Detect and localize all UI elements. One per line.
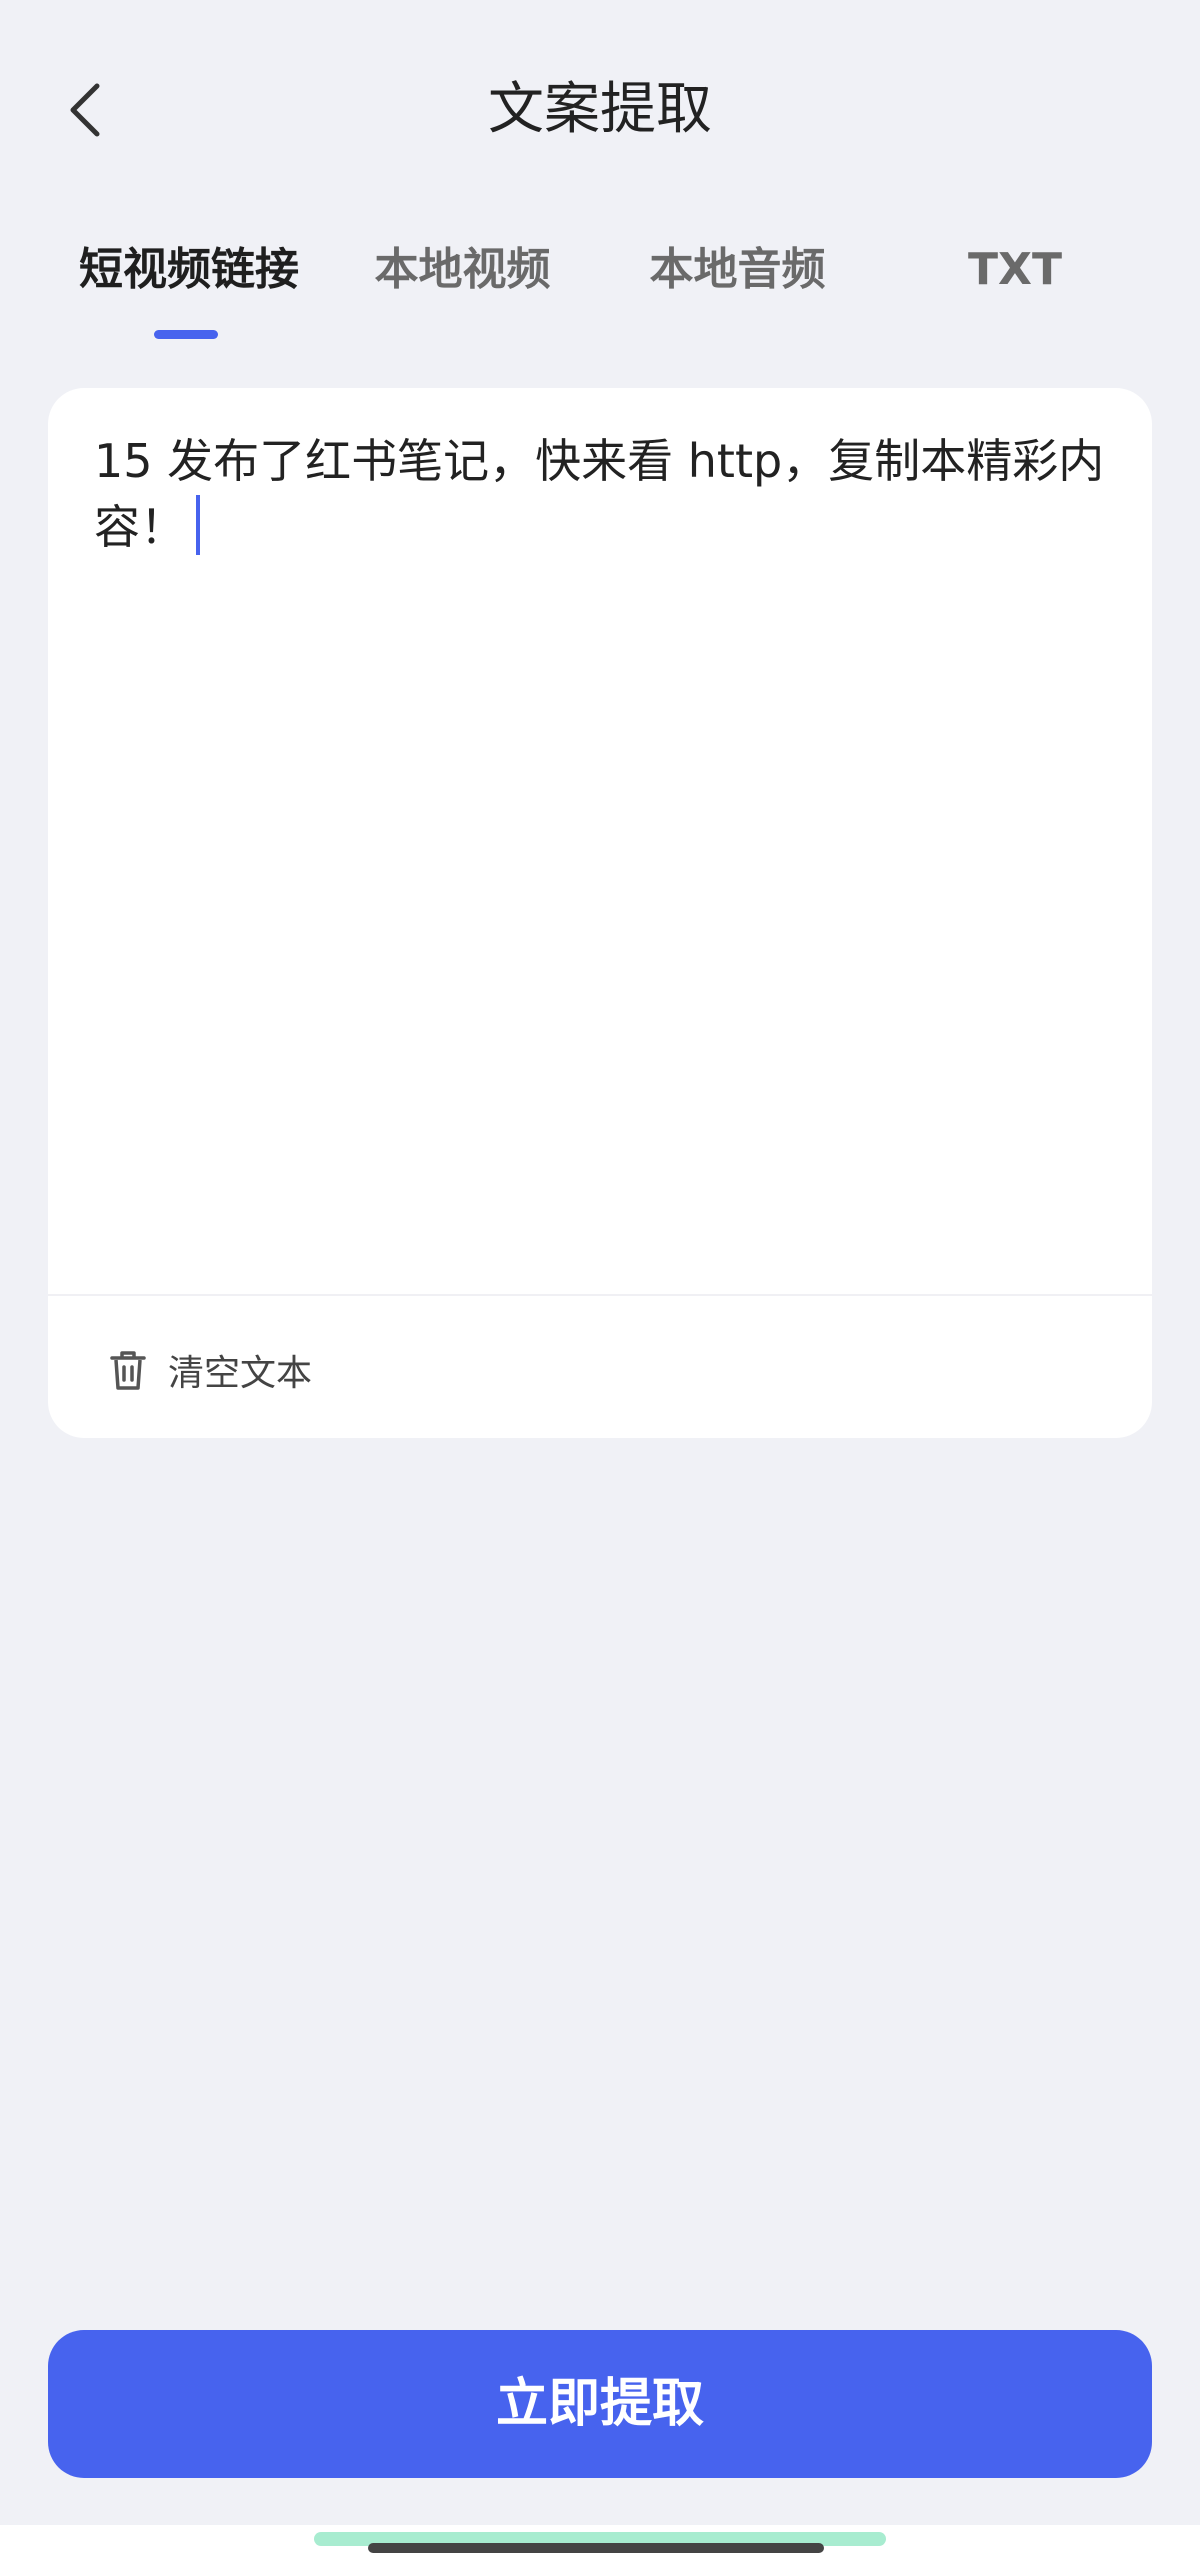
active-tab-indicator	[154, 330, 218, 339]
tab-txt[interactable]: TXT	[960, 225, 1070, 315]
tab-short-video-link[interactable]: 短视频链接	[74, 225, 304, 315]
clear-text-button[interactable]: 清空文本	[108, 1340, 312, 1400]
card-divider	[48, 1294, 1152, 1296]
page-title: 文案提取	[488, 77, 712, 142]
extract-now-button[interactable]: 立即提取	[48, 2330, 1152, 2478]
tab-local-video[interactable]: 本地视频	[370, 225, 555, 315]
source-tabs: 短视频链接 本地视频 本地音频 TXT	[0, 225, 1200, 345]
tab-local-audio[interactable]: 本地音频	[645, 225, 830, 315]
top-nav-bar: 文案提取	[0, 0, 1200, 220]
input-card: 15 ‍‍‍‍‍‍‍发布了‍‍‍红书笔记，快来看‍‍‍‍‍‍‍‍‍‍‍‍ htt…	[48, 388, 1152, 1438]
clear-text-label: 清空文本	[168, 1353, 313, 1394]
home-indicator[interactable]	[368, 2543, 824, 2553]
trash-icon	[110, 1351, 146, 1390]
link-text-input[interactable]: 15 ‍‍‍‍‍‍‍发布了‍‍‍红书笔记，快来看‍‍‍‍‍‍‍‍‍‍‍‍ htt…	[94, 428, 1109, 1248]
text-caret	[196, 495, 200, 555]
link-text-value: 15 ‍‍‍‍‍‍‍发布了‍‍‍红书笔记，快来看‍‍‍‍‍‍‍‍‍‍‍‍ htt…	[94, 434, 1105, 554]
